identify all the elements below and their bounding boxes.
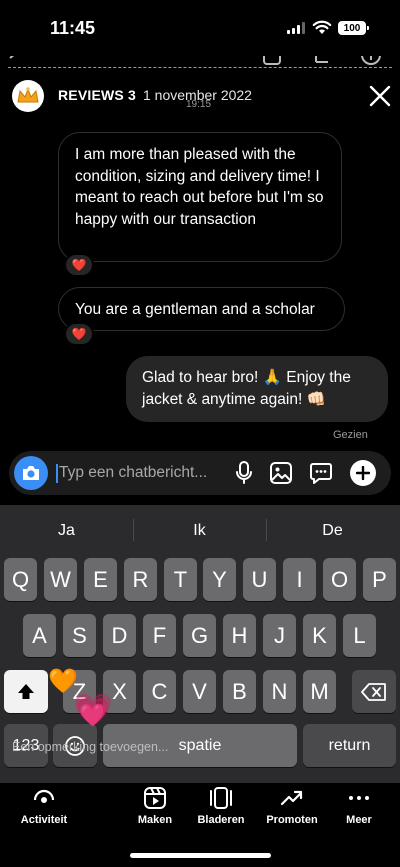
- microphone-button[interactable]: [231, 460, 257, 486]
- key-w[interactable]: W: [44, 558, 77, 601]
- avatar[interactable]: [12, 80, 44, 112]
- key-g[interactable]: G: [183, 614, 216, 657]
- message-bubble-outgoing[interactable]: Glad to hear bro! 🙏 Enjoy the jacket & a…: [126, 356, 388, 422]
- crown-logo-icon: [17, 87, 39, 103]
- heart-reaction[interactable]: ❤️: [64, 322, 94, 346]
- key-o[interactable]: O: [323, 558, 356, 601]
- battery-icon: 100: [338, 21, 369, 35]
- browse-icon: [208, 785, 234, 811]
- info-icon: [361, 56, 381, 65]
- chat-bubble-icon: [310, 463, 332, 484]
- message-composer: [9, 451, 391, 495]
- shift-arrow-icon: [18, 683, 34, 699]
- camera-icon: [23, 466, 39, 480]
- shift-key[interactable]: [4, 670, 48, 713]
- faded-toolbar: [0, 56, 400, 70]
- promote-icon: [279, 785, 305, 811]
- status-bar: 11:45 100: [0, 0, 400, 56]
- message-input[interactable]: [59, 461, 229, 485]
- key-d[interactable]: D: [103, 614, 136, 657]
- text-cursor: [56, 464, 58, 483]
- seen-status: Gezien: [333, 429, 368, 441]
- chat-header: REVIEWS 3 1 november 2022 19:15: [0, 78, 400, 118]
- message-bubble-incoming[interactable]: I am more than pleased with the conditio…: [58, 132, 342, 262]
- key-s[interactable]: S: [63, 614, 96, 657]
- key-p[interactable]: P: [363, 558, 396, 601]
- message-text: Glad to hear bro! 🙏 Enjoy the jacket & a…: [142, 369, 351, 408]
- close-icon[interactable]: [366, 82, 394, 110]
- suggestion-2[interactable]: Ik: [133, 522, 266, 540]
- suggestion-3[interactable]: De: [266, 522, 399, 540]
- key-i[interactable]: I: [283, 558, 316, 601]
- microphone-icon: [236, 461, 252, 484]
- battery-level: 100: [343, 22, 361, 34]
- key-h[interactable]: H: [223, 614, 256, 657]
- filter-icon: [315, 56, 328, 63]
- nav-activity[interactable]: Activiteit: [4, 783, 84, 839]
- key-y[interactable]: Y: [203, 558, 236, 601]
- key-b[interactable]: B: [223, 670, 256, 713]
- sticker-button[interactable]: [308, 460, 334, 486]
- key-v[interactable]: V: [183, 670, 216, 713]
- key-q[interactable]: Q: [4, 558, 37, 601]
- gallery-button[interactable]: [268, 460, 294, 486]
- heart-reaction-emoji: ❤️: [71, 258, 87, 272]
- backspace-key[interactable]: [352, 670, 396, 713]
- chat-name[interactable]: REVIEWS 3: [58, 87, 136, 103]
- more-icon: [346, 785, 372, 811]
- wifi-icon: [312, 20, 332, 34]
- heart-reaction-emoji: ❤️: [71, 327, 87, 341]
- reel-icon: [263, 56, 281, 65]
- key-r[interactable]: R: [124, 558, 157, 601]
- key-e[interactable]: E: [84, 558, 117, 601]
- create-reel-icon: [142, 785, 168, 811]
- key-n[interactable]: N: [263, 670, 296, 713]
- key-m[interactable]: M: [303, 670, 336, 713]
- message-bubble-incoming[interactable]: You are a gentleman and a scholar: [58, 287, 345, 331]
- nav-more-label: Meer: [346, 814, 372, 826]
- key-j[interactable]: J: [263, 614, 296, 657]
- cellular-signal-icon: [287, 22, 305, 34]
- suggestion-1[interactable]: Ja: [0, 522, 133, 540]
- home-indicator[interactable]: [130, 853, 271, 858]
- return-key[interactable]: return: [303, 724, 396, 767]
- key-t[interactable]: T: [164, 558, 197, 601]
- back-arrow-icon: [9, 56, 15, 59]
- heart-reaction[interactable]: ❤️: [64, 253, 94, 277]
- nav-activity-label: Activiteit: [20, 814, 68, 826]
- chat-timestamp: 19:15: [186, 99, 212, 110]
- backspace-icon: [361, 682, 386, 701]
- key-l[interactable]: L: [343, 614, 376, 657]
- add-button[interactable]: [350, 460, 376, 486]
- key-a[interactable]: A: [23, 614, 56, 657]
- nav-browse-label: Bladeren: [197, 814, 245, 826]
- key-f[interactable]: F: [143, 614, 176, 657]
- message-text: I am more than pleased with the conditio…: [75, 146, 324, 228]
- key-u[interactable]: U: [243, 558, 276, 601]
- add-comment-caption: Een opmerking toevoegen...: [12, 740, 169, 754]
- key-c[interactable]: C: [143, 670, 176, 713]
- status-time: 11:45: [50, 18, 96, 38]
- plus-icon: [356, 466, 370, 480]
- image-icon: [270, 462, 292, 484]
- key-k[interactable]: K: [303, 614, 336, 657]
- floating-pink-heart: 💗: [73, 692, 113, 728]
- camera-button[interactable]: [14, 456, 48, 490]
- message-text: You are a gentleman and a scholar: [75, 301, 315, 318]
- activity-icon: [31, 785, 57, 811]
- dashed-divider: [8, 67, 392, 68]
- nav-browse[interactable]: Bladeren: [181, 783, 261, 839]
- nav-more[interactable]: Meer: [319, 783, 399, 839]
